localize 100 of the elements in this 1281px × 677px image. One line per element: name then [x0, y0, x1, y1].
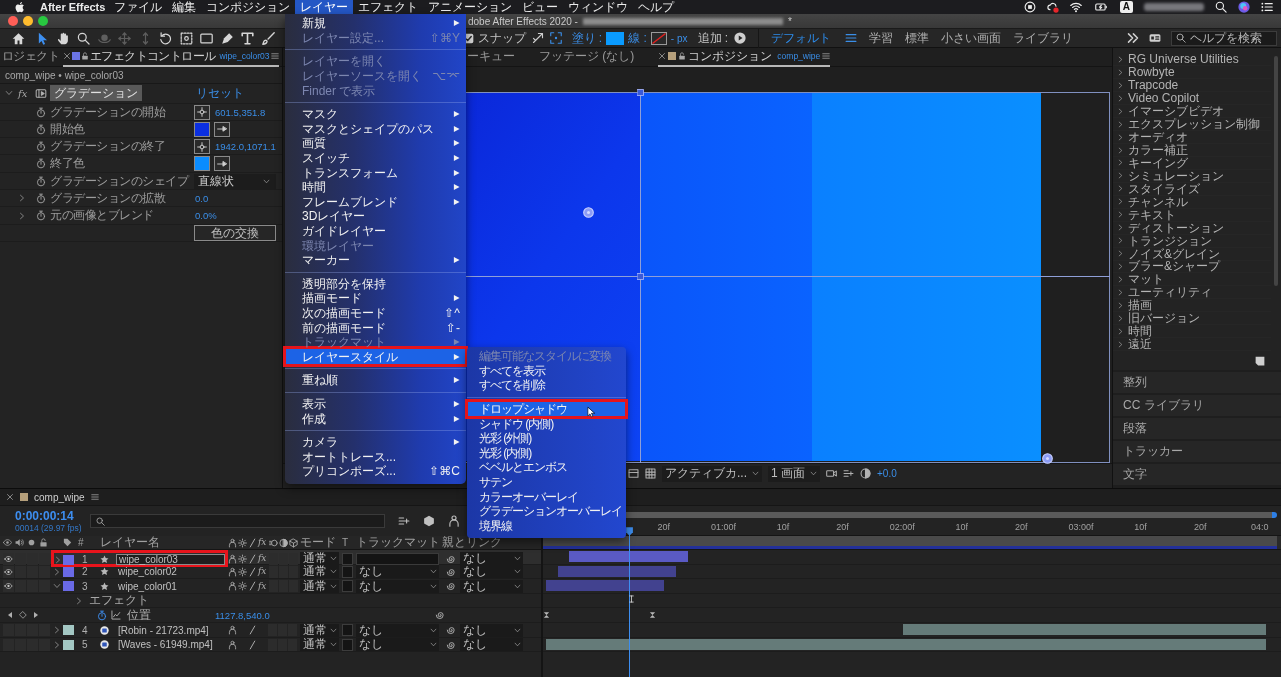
search-icon[interactable]: [1215, 1, 1227, 13]
layer-name[interactable]: wipe_color02: [116, 566, 228, 578]
menu-bar-item[interactable]: 編集: [167, 0, 202, 14]
effect-category[interactable]: シミュレーション: [1113, 169, 1271, 183]
slash-icon[interactable]: [248, 581, 257, 592]
stopwatch-icon[interactable]: [36, 123, 46, 135]
stopwatch-icon[interactable]: [36, 175, 46, 187]
menu-item[interactable]: マスクとシェイプのパス: [285, 121, 466, 137]
panel-menu-icon[interactable]: [270, 52, 279, 60]
figure-icon[interactable]: [228, 566, 237, 577]
expand-caret-icon[interactable]: [53, 640, 61, 649]
hand-tool-icon[interactable]: [56, 31, 70, 45]
fill-color-swatch[interactable]: [606, 31, 625, 45]
zoom-window-icon[interactable]: [38, 16, 48, 26]
exposure-value[interactable]: +0.0: [877, 468, 897, 479]
menu-item[interactable]: オートトレース...: [285, 449, 466, 465]
menu-bar-item[interactable]: レイヤー: [295, 0, 354, 14]
camera-icon[interactable]: [826, 468, 838, 479]
parameter-value[interactable]: 0.0%: [195, 210, 217, 222]
menu-item[interactable]: カラーオーバーレイ: [467, 489, 626, 504]
close-icon[interactable]: [6, 493, 14, 501]
stroke-width-value[interactable]: - px: [670, 32, 688, 44]
mode-dropdown[interactable]: 通常: [300, 580, 339, 593]
lock-icon[interactable]: [678, 52, 687, 60]
panel-tab[interactable]: ーキュー: [467, 47, 515, 67]
label-color-swatch[interactable]: [63, 581, 74, 592]
menu-bar-item[interactable]: ビュー: [517, 0, 564, 14]
column-header[interactable]: レイヤー名: [100, 536, 228, 549]
effect-category[interactable]: 時間: [1113, 325, 1271, 339]
fx-label[interactable]: fx: [18, 87, 28, 99]
mode-dropdown[interactable]: 通常: [300, 565, 339, 579]
effect-name-button[interactable]: グラデーション: [50, 85, 143, 102]
play-circle-icon[interactable]: [734, 32, 747, 44]
zoom-tool-icon[interactable]: [77, 31, 90, 45]
point-picker-button[interactable]: [194, 139, 210, 155]
figure-icon[interactable]: [448, 515, 460, 527]
layer-duration-bar[interactable]: [569, 551, 688, 563]
slash-icon[interactable]: [248, 639, 257, 650]
effect-category[interactable]: RG Universe Utilities: [1113, 53, 1271, 67]
shape-dropdown[interactable]: 直線状: [194, 173, 276, 189]
menu-item[interactable]: マスク: [285, 106, 466, 122]
collapsed-panel[interactable]: 整列: [1113, 372, 1281, 393]
input-source-indicator[interactable]: A: [1119, 1, 1133, 13]
parameter-value[interactable]: 0.0: [195, 193, 209, 204]
menu-item[interactable]: 時間: [285, 179, 466, 195]
layer-duration-bar[interactable]: [903, 624, 1266, 636]
menu-item[interactable]: 次の描画モード ⇧^: [285, 305, 466, 321]
battery-icon[interactable]: [1092, 1, 1109, 13]
effect-category[interactable]: ノイズ&グレイン: [1113, 247, 1271, 261]
cloud-icon[interactable]: [1046, 1, 1059, 13]
menu-item[interactable]: 表示: [285, 396, 466, 412]
next-keyframe-icon[interactable]: [32, 611, 40, 620]
layer-handle-icon[interactable]: [637, 89, 644, 96]
sun-icon[interactable]: [238, 553, 247, 564]
hourglass-icon[interactable]: [543, 611, 550, 620]
layer-row[interactable]: 5 [Waves - 61949.mp4] 通常 なし なし: [0, 637, 541, 653]
lock-icon[interactable]: [81, 52, 89, 60]
parent-dropdown[interactable]: なし: [460, 580, 523, 593]
point-picker-button[interactable]: [194, 104, 210, 120]
effect-category[interactable]: テキスト: [1113, 208, 1271, 222]
figure-icon[interactable]: [228, 625, 237, 636]
effect-category[interactable]: 描画: [1113, 299, 1271, 313]
menu-item[interactable]: マーカー: [285, 252, 466, 268]
brush-tool-icon[interactable]: [261, 31, 275, 45]
home-icon[interactable]: [12, 31, 25, 45]
close-icon[interactable]: [63, 52, 71, 60]
panel-menu-icon[interactable]: [90, 493, 99, 501]
diagonal-arrow-icon[interactable]: [531, 32, 544, 44]
previous-keyframe-icon[interactable]: [6, 611, 14, 620]
pen-tool-icon[interactable]: [220, 31, 234, 45]
stopwatch-icon[interactable]: [36, 210, 46, 222]
stroke-color-swatch[interactable]: [650, 31, 667, 45]
app-menu[interactable]: After Effects: [40, 1, 106, 13]
effect-category[interactable]: キーイング: [1113, 157, 1271, 170]
panel-icon[interactable]: [1147, 32, 1163, 44]
mode-dropdown[interactable]: 通常: [300, 638, 339, 652]
panel-tab[interactable]: ロジェクト: [2, 47, 59, 67]
collapsed-panel[interactable]: トラッカー: [1113, 441, 1281, 462]
effect-switch[interactable]: fx: [258, 552, 268, 565]
effect-category[interactable]: カラー補正: [1113, 144, 1271, 157]
expand-caret-icon[interactable]: [53, 582, 61, 591]
effect-category[interactable]: スタイライズ: [1113, 182, 1271, 196]
slash-icon[interactable]: [248, 553, 257, 564]
parent-dropdown[interactable]: なし: [460, 638, 523, 652]
help-search-field[interactable]: ヘルプを検索: [1171, 30, 1277, 46]
effect-category[interactable]: Rowbyte: [1113, 66, 1271, 80]
menu-item[interactable]: サテン: [467, 474, 626, 490]
lock-switch[interactable]: [39, 565, 50, 578]
stopwatch-icon[interactable]: [97, 609, 107, 621]
expand-caret-icon[interactable]: [18, 194, 26, 203]
menu-bar-item[interactable]: ヘルプ: [633, 0, 680, 14]
dashed-square-tool-icon[interactable]: [179, 31, 193, 45]
spiral-icon[interactable]: [446, 639, 456, 650]
workspace-tab[interactable]: 学習: [869, 29, 894, 47]
menu-item[interactable]: 透明部分を保持: [285, 276, 466, 292]
menu-item[interactable]: 前の描画モード ⇧-: [285, 320, 466, 335]
menu-item[interactable]: 光彩 (内側): [467, 445, 626, 461]
effect-category[interactable]: ユーティリティ: [1113, 286, 1271, 300]
camera-dropdown[interactable]: アクティブカ...: [662, 465, 762, 482]
collapsed-panel[interactable]: 文字: [1113, 464, 1281, 485]
